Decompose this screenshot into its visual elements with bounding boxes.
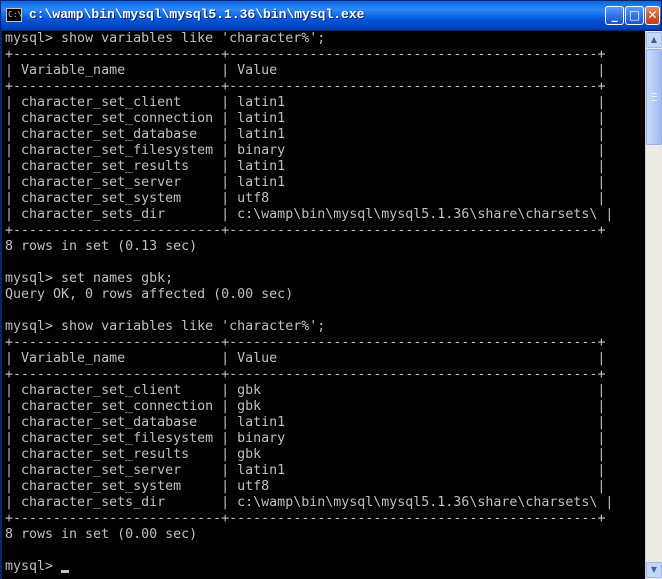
console-line: | character_set_system | utf8 | xyxy=(5,191,606,206)
console-line: mysql> set names gbk; xyxy=(5,271,174,286)
console-line: +--------------------------+------------… xyxy=(5,47,606,62)
console-line: | character_sets_dir | c:\wamp\bin\mysql… xyxy=(5,207,614,222)
title-bar[interactable]: C:\ c:\wamp\bin\mysql\mysql5.1.36\bin\my… xyxy=(1,1,661,30)
console-line: +--------------------------+------------… xyxy=(5,335,606,350)
close-button[interactable]: ✕ xyxy=(645,6,660,25)
window-title: c:\wamp\bin\mysql\mysql5.1.36\bin\mysql.… xyxy=(29,7,365,22)
console-line: | character_set_database | latin1 | xyxy=(5,415,606,430)
scroll-down-arrow-icon[interactable]: ▼ xyxy=(646,562,662,578)
console-line: | character_set_client | gbk | xyxy=(5,383,606,398)
console-line: | character_sets_dir | c:\wamp\bin\mysql… xyxy=(5,495,614,510)
console-line: | character_set_system | utf8 | xyxy=(5,479,606,494)
console-line: | character_set_results | gbk | xyxy=(5,447,606,462)
console-output[interactable]: mysql> show variables like 'character%';… xyxy=(2,31,645,579)
console-window: C:\ c:\wamp\bin\mysql\mysql5.1.36\bin\my… xyxy=(0,0,662,579)
maximize-button[interactable]: □ xyxy=(625,6,644,25)
console-line: +--------------------------+------------… xyxy=(5,79,606,94)
console-line: 8 rows in set (0.13 sec) xyxy=(5,239,198,254)
console-line: mysql> xyxy=(5,559,645,575)
console-line: +--------------------------+------------… xyxy=(5,223,606,238)
console-line: 8 rows in set (0.00 sec) xyxy=(5,527,198,542)
console-line: | character_set_filesystem | binary | xyxy=(5,143,606,158)
console-line: | character_set_server | latin1 | xyxy=(5,175,606,190)
text-cursor xyxy=(61,570,70,573)
grip-icon xyxy=(651,93,657,101)
console-line: | Variable_name | Value | xyxy=(5,63,606,78)
console-line: | character_set_connection | latin1 | xyxy=(5,111,606,126)
console-app-icon[interactable]: C:\ xyxy=(6,8,22,22)
console-line: mysql> show variables like 'character%'; xyxy=(5,319,326,334)
console-line: Query OK, 0 rows affected (0.00 sec) xyxy=(5,287,294,302)
minimize-button[interactable]: _ xyxy=(605,6,624,25)
console-line: | character_set_database | latin1 | xyxy=(5,127,606,142)
console-line: | character_set_filesystem | binary | xyxy=(5,431,606,446)
console-line: | character_set_server | latin1 | xyxy=(5,463,606,478)
console-line: | character_set_connection | gbk | xyxy=(5,399,606,414)
console-line: | character_set_results | latin1 | xyxy=(5,159,606,174)
console-line: +--------------------------+------------… xyxy=(5,511,606,526)
console-line: | character_set_client | latin1 | xyxy=(5,95,606,110)
console-line: +--------------------------+------------… xyxy=(5,367,606,382)
scroll-up-arrow-icon[interactable]: ▲ xyxy=(646,32,662,48)
scrollbar-thumb[interactable] xyxy=(646,49,662,145)
console-line: mysql> show variables like 'character%'; xyxy=(5,31,326,46)
console-text: mysql> show variables like 'character%';… xyxy=(2,31,645,575)
console-line: | Variable_name | Value | xyxy=(5,351,606,366)
vertical-scrollbar[interactable]: ▲ ▼ xyxy=(645,31,662,579)
